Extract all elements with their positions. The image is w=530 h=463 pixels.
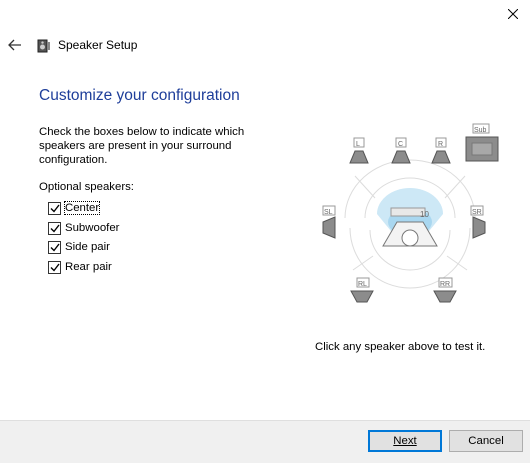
checkmark-icon [50, 263, 60, 272]
speaker-label-r: R [438, 141, 443, 148]
next-label: Next [393, 435, 417, 447]
test-hint: Click any speaker above to test it. [315, 341, 486, 353]
speaker-icon [322, 216, 336, 239]
speaker-subwoofer[interactable]: Sub [465, 123, 499, 162]
speaker-front-left[interactable]: L [349, 137, 369, 164]
header: Speaker Setup [0, 32, 530, 58]
speaker-front-right[interactable]: R [431, 137, 451, 164]
rear-pair-checkbox[interactable]: Rear pair [48, 258, 112, 276]
speaker-icon [391, 150, 411, 164]
speaker-label-sr: SR [472, 209, 482, 216]
subwoofer-checkbox[interactable]: Subwoofer [48, 219, 119, 237]
speaker-label-rl: RL [358, 281, 367, 288]
close-button[interactable] [496, 0, 530, 28]
speaker-label-rr: RR [440, 281, 450, 288]
speaker-rear-left[interactable]: RL [350, 277, 374, 303]
speaker-layout-diagram: 10 L C R Sub SL SR RL RR [322, 123, 499, 303]
side-pair-checkbox[interactable]: Side pair [48, 238, 110, 256]
page-title: Customize your configuration [39, 87, 240, 104]
subwoofer-label[interactable]: Subwoofer [65, 222, 119, 234]
footer-bar: Next Cancel [0, 420, 530, 463]
speaker-label-c: C [398, 141, 403, 148]
speaker-icon [349, 150, 369, 164]
center-checkbox[interactable]: Center [48, 199, 101, 217]
cancel-button[interactable]: Cancel [449, 430, 523, 452]
checkmark-icon [50, 224, 60, 233]
speaker-side-right[interactable]: SR [470, 205, 486, 239]
checkbox-box[interactable] [48, 201, 61, 215]
speaker-setup-icon [37, 39, 50, 53]
speaker-center[interactable]: C [391, 137, 411, 164]
speaker-label-l: L [356, 141, 360, 148]
speaker-icon [433, 290, 457, 303]
tv-label: 10 [420, 210, 429, 219]
checkbox-box[interactable] [48, 221, 61, 235]
cancel-label: Cancel [468, 435, 504, 447]
close-icon [508, 9, 518, 19]
checkmark-icon [50, 204, 60, 213]
checkmark-icon [50, 243, 60, 252]
checkbox-box[interactable] [48, 240, 61, 254]
speaker-icon [350, 290, 374, 303]
window-title: Speaker Setup [58, 38, 138, 52]
side-pair-label[interactable]: Side pair [65, 241, 110, 253]
next-button[interactable]: Next [368, 430, 442, 452]
arrow-left-icon [8, 39, 21, 51]
instructions-text: Check the boxes below to indicate which … [39, 126, 245, 166]
speaker-label-sub: Sub [474, 127, 487, 134]
speaker-icon [431, 150, 451, 164]
speaker-label-sl: SL [324, 209, 333, 216]
speaker-icon [472, 216, 486, 239]
optional-speakers-label: Optional speakers: [39, 181, 134, 193]
back-button[interactable] [6, 36, 26, 54]
center-label[interactable]: Center [63, 201, 101, 215]
rear-pair-label[interactable]: Rear pair [65, 261, 112, 273]
checkbox-box[interactable] [48, 260, 61, 274]
speaker-side-left[interactable]: SL [322, 205, 336, 239]
